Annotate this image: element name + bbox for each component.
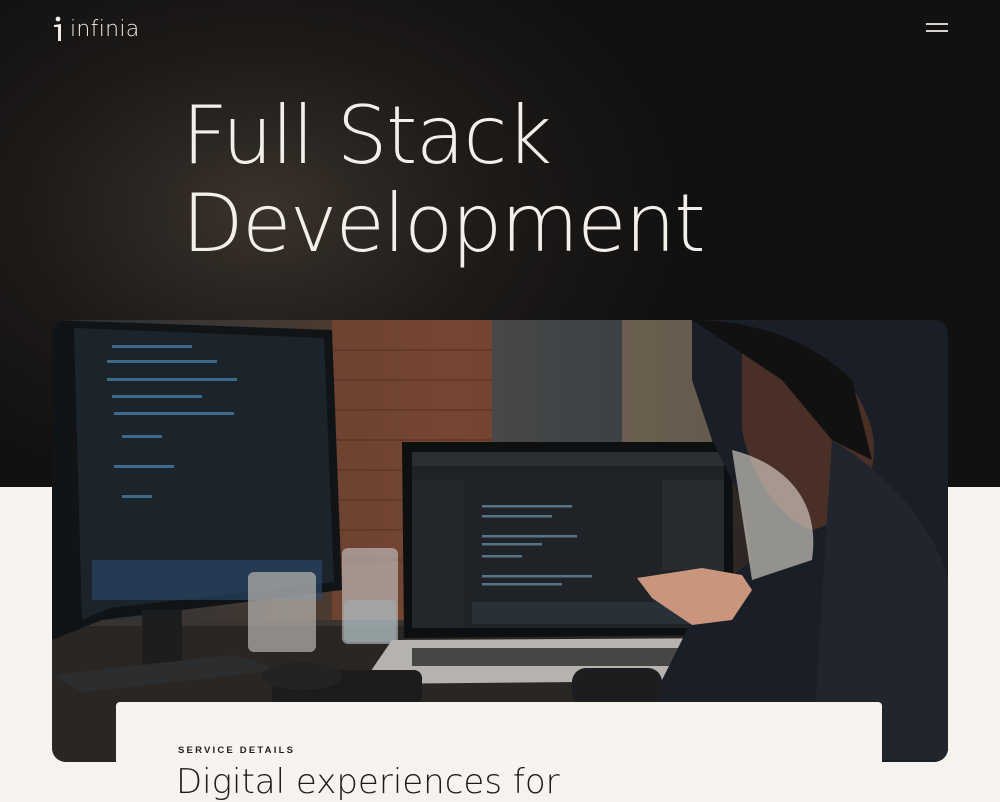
logo-text: infinia	[70, 16, 140, 42]
service-title: Digital experiences for	[176, 762, 560, 802]
page-title: Full Stack Development	[182, 89, 706, 270]
service-details-card-panel: SERVICE DETAILS Digital experiences for	[116, 702, 882, 802]
developer-at-desk-illustration	[52, 320, 948, 762]
service-details-eyebrow: SERVICE DETAILS	[178, 745, 296, 756]
brand-logo[interactable]: infinia	[52, 14, 140, 44]
hamburger-menu-icon	[926, 23, 948, 25]
hamburger-menu-icon-line	[926, 30, 948, 32]
hero-photo	[52, 320, 948, 762]
menu-button[interactable]	[926, 20, 950, 36]
page-title-line-2: Development	[182, 177, 706, 270]
page-title-line-1: Full Stack	[182, 89, 552, 182]
logo-mark-icon	[52, 15, 66, 43]
